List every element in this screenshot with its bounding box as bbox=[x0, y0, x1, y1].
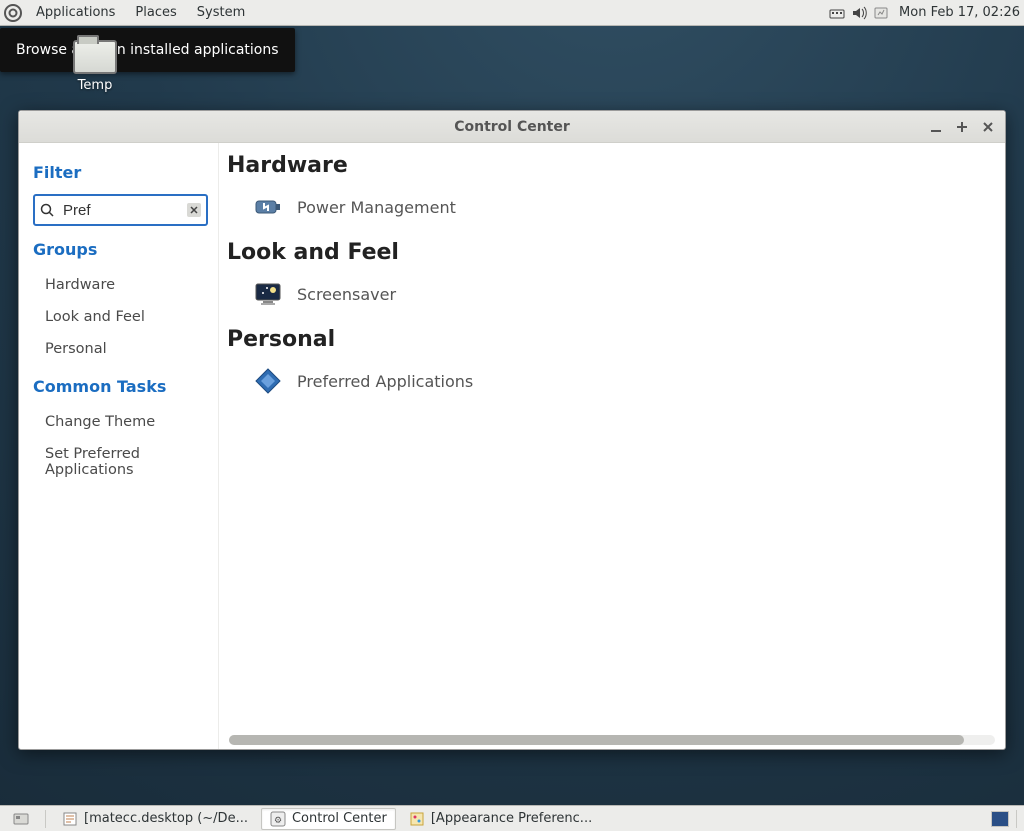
search-icon bbox=[40, 203, 54, 217]
taskbar-item-label: [matecc.desktop (~/De... bbox=[84, 811, 248, 826]
filter-heading: Filter bbox=[33, 163, 208, 182]
applet-label: Preferred Applications bbox=[297, 372, 473, 391]
applications-tooltip: Browse and run installed applications bbox=[0, 28, 295, 72]
control-center-icon: ⚙ bbox=[270, 811, 286, 827]
svg-text:⚙: ⚙ bbox=[274, 816, 282, 826]
content-horizontal-scrollbar[interactable] bbox=[229, 735, 995, 745]
window-buttons bbox=[925, 111, 999, 143]
filter-input-wrap bbox=[33, 194, 208, 226]
taskbar-separator bbox=[45, 810, 46, 828]
group-look-and-feel[interactable]: Look and Feel bbox=[43, 303, 208, 331]
groups-heading: Groups bbox=[33, 240, 208, 259]
top-panel: Applications Places System Mon Feb 17, 0… bbox=[0, 0, 1024, 26]
taskbar-separator bbox=[1016, 810, 1017, 828]
taskbar-right bbox=[991, 810, 1020, 828]
applet-power-management[interactable]: Power Management bbox=[227, 186, 997, 236]
group-hardware[interactable]: Hardware bbox=[43, 271, 208, 299]
desktop-folder-temp[interactable]: Temp bbox=[65, 40, 125, 93]
task-change-theme[interactable]: Change Theme bbox=[43, 408, 208, 436]
window-body: Filter Groups Hardware Look and Feel Per… bbox=[19, 143, 1005, 749]
taskbar-item-control-center[interactable]: ⚙ Control Center bbox=[261, 808, 396, 830]
volume-tray-icon[interactable] bbox=[851, 5, 867, 21]
window-minimize-button[interactable] bbox=[925, 116, 947, 138]
taskbar-item-matecc-desktop[interactable]: [matecc.desktop (~/De... bbox=[53, 808, 257, 830]
folder-icon bbox=[73, 40, 117, 74]
workspace-switcher[interactable] bbox=[991, 811, 1009, 827]
show-desktop-icon bbox=[13, 811, 29, 827]
menu-places[interactable]: Places bbox=[127, 3, 184, 22]
system-tray: Mon Feb 17, 02:26 bbox=[829, 5, 1020, 21]
distro-logo-icon[interactable] bbox=[4, 4, 22, 22]
bottom-taskbar: [matecc.desktop (~/De... ⚙ Control Cente… bbox=[0, 805, 1024, 831]
sidebar: Filter Groups Hardware Look and Feel Per… bbox=[19, 143, 219, 749]
menu-applications[interactable]: Applications bbox=[28, 3, 123, 22]
taskbar-item-label: Control Center bbox=[292, 811, 387, 826]
applet-preferred-applications[interactable]: Preferred Applications bbox=[227, 360, 997, 410]
groups-list: Hardware Look and Feel Personal bbox=[43, 271, 208, 363]
section-heading-look-and-feel: Look and Feel bbox=[227, 240, 997, 265]
window-title: Control Center bbox=[454, 119, 570, 135]
taskbar-item-appearance-preferences[interactable]: [Appearance Preferenc... bbox=[400, 808, 601, 830]
window-titlebar[interactable]: Control Center bbox=[19, 111, 1005, 143]
desktop-icon-label: Temp bbox=[78, 78, 113, 93]
power-management-icon bbox=[253, 192, 283, 222]
desktop: Applications Places System Mon Feb 17, 0… bbox=[0, 0, 1024, 831]
show-desktop-button[interactable] bbox=[4, 808, 38, 830]
menu-system[interactable]: System bbox=[189, 3, 253, 22]
keyboard-tray-icon[interactable] bbox=[829, 5, 845, 21]
filter-input[interactable] bbox=[33, 194, 208, 226]
taskbar-item-label: [Appearance Preferenc... bbox=[431, 811, 592, 826]
clear-filter-icon[interactable] bbox=[187, 203, 201, 217]
clock[interactable]: Mon Feb 17, 02:26 bbox=[899, 5, 1020, 20]
network-tray-icon[interactable] bbox=[873, 5, 889, 21]
group-personal[interactable]: Personal bbox=[43, 335, 208, 363]
scrollbar-thumb[interactable] bbox=[229, 735, 964, 745]
taskbar-left: [matecc.desktop (~/De... ⚙ Control Cente… bbox=[4, 808, 601, 830]
top-menubar: Applications Places System bbox=[4, 3, 253, 22]
appearance-icon bbox=[409, 811, 425, 827]
applet-label: Power Management bbox=[297, 198, 456, 217]
tasks-list: Change Theme Set Preferred Applications bbox=[43, 408, 208, 484]
control-center-window: Control Center Filter bbox=[18, 110, 1006, 750]
applet-screensaver[interactable]: Screensaver bbox=[227, 273, 997, 323]
common-tasks-heading: Common Tasks bbox=[33, 377, 208, 396]
task-set-preferred-applications[interactable]: Set Preferred Applications bbox=[43, 440, 208, 484]
screensaver-icon bbox=[253, 279, 283, 309]
content-pane: Hardware Power Management Look and Feel … bbox=[219, 143, 1005, 749]
text-editor-icon bbox=[62, 811, 78, 827]
window-close-button[interactable] bbox=[977, 116, 999, 138]
section-heading-hardware: Hardware bbox=[227, 153, 997, 178]
window-maximize-button[interactable] bbox=[951, 116, 973, 138]
applet-label: Screensaver bbox=[297, 285, 396, 304]
section-heading-personal: Personal bbox=[227, 327, 997, 352]
preferred-applications-icon bbox=[253, 366, 283, 396]
